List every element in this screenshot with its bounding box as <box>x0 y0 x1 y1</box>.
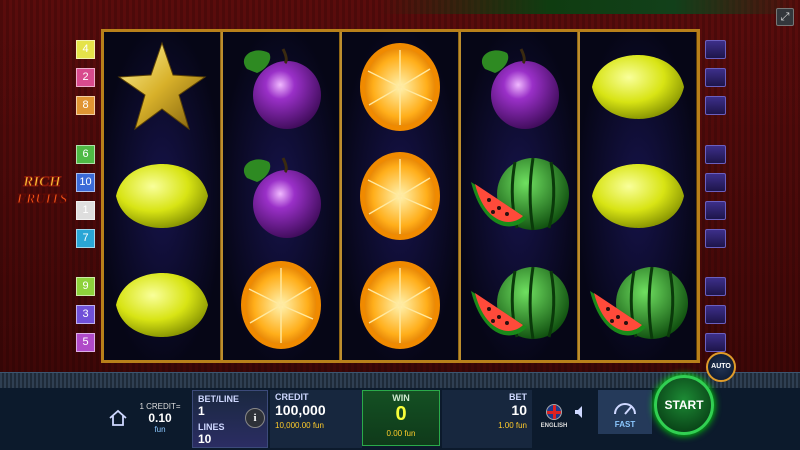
watermelon-icon <box>461 250 577 359</box>
fast-toggle[interactable]: FAST <box>598 390 652 434</box>
fast-label: FAST <box>614 420 636 429</box>
line-indicator-right[interactable] <box>705 68 726 87</box>
credit-value-display: 1 CREDIT= 0.10 fun <box>134 402 186 434</box>
fullscreen-icon[interactable]: ⤢ <box>776 8 794 26</box>
line-indicator-right[interactable] <box>705 40 726 59</box>
line-indicator-right[interactable] <box>705 333 726 352</box>
bet-amount[interactable]: 10 <box>511 402 527 418</box>
reel-frame <box>101 29 700 363</box>
win-amount: 0 <box>395 403 407 425</box>
line-number[interactable]: 7 <box>76 229 95 248</box>
lines-label: LINES <box>198 422 225 432</box>
plum-icon <box>461 32 577 141</box>
credit-fun: 10,000.00 fun <box>275 421 324 430</box>
auto-button[interactable]: AUTO <box>706 352 736 382</box>
language-selector[interactable]: ENGLISH <box>540 404 568 429</box>
start-button[interactable]: START <box>654 375 714 435</box>
uk-flag-icon[interactable] <box>546 404 562 420</box>
credit-rate-unit: fun <box>154 425 166 434</box>
language-label: ENGLISH <box>540 423 568 429</box>
bet-panel[interactable]: BET 10 1.00 fun <box>442 390 532 448</box>
home-icon[interactable] <box>108 408 128 428</box>
line-indicator-right[interactable] <box>705 201 726 220</box>
plum-icon <box>223 32 339 141</box>
bet-line-value[interactable]: 1 <box>198 404 205 418</box>
orange-icon <box>342 250 458 359</box>
watermelon-icon <box>461 141 577 250</box>
line-indicator-right[interactable] <box>705 145 726 164</box>
credit-rate-label: 1 CREDIT= <box>139 402 181 411</box>
lines-value[interactable]: 10 <box>198 432 211 446</box>
top-glow <box>380 0 800 14</box>
line-number[interactable]: 9 <box>76 277 95 296</box>
line-indicator-right[interactable] <box>705 229 726 248</box>
logo-line2: FRUITS <box>16 192 68 207</box>
lemon-icon <box>580 32 696 141</box>
info-button[interactable]: i <box>245 408 265 428</box>
credit-amount: 100,000 <box>275 402 326 418</box>
line-indicator-right[interactable] <box>705 173 726 192</box>
credit-rate-value: 0.10 <box>148 411 172 425</box>
win-fun: 0.00 fun <box>386 429 416 438</box>
bet-fun: 1.00 fun <box>498 421 527 430</box>
lemon-icon <box>104 250 220 359</box>
lemon-icon <box>580 141 696 250</box>
win-title: WIN <box>392 393 410 403</box>
credit-title: CREDIT <box>275 392 309 402</box>
orange-icon <box>342 141 458 250</box>
line-indicator-right[interactable] <box>705 96 726 115</box>
line-number[interactable]: 5 <box>76 333 95 352</box>
win-panel: WIN 0 0.00 fun <box>362 390 440 446</box>
speedometer-icon <box>614 403 636 415</box>
game-logo: RICH FRUITS <box>15 174 68 208</box>
watermelon-icon <box>580 250 696 359</box>
credit-panel: CREDIT 100,000 10,000.00 fun <box>270 390 362 448</box>
speaker-icon[interactable] <box>573 404 589 420</box>
line-number[interactable]: 2 <box>76 68 95 87</box>
orange-icon <box>342 32 458 141</box>
line-number[interactable]: 1 <box>76 201 95 220</box>
logo-line1: RICH <box>22 174 62 190</box>
reel <box>461 32 577 360</box>
reel <box>580 32 696 360</box>
reel <box>223 32 339 360</box>
bet-title: BET <box>509 392 527 402</box>
line-indicator-right[interactable] <box>705 305 726 324</box>
plum-icon <box>223 141 339 250</box>
reel <box>104 32 220 360</box>
lemon-icon <box>104 141 220 250</box>
orange-icon <box>223 250 339 359</box>
star-icon <box>104 32 220 141</box>
reel <box>342 32 458 360</box>
line-number[interactable]: 8 <box>76 96 95 115</box>
line-number[interactable]: 3 <box>76 305 95 324</box>
line-indicator-right[interactable] <box>705 277 726 296</box>
line-number[interactable]: 4 <box>76 40 95 59</box>
bet-line-label: BET/LINE <box>198 394 240 404</box>
line-number[interactable]: 10 <box>76 173 95 192</box>
line-number[interactable]: 6 <box>76 145 95 164</box>
